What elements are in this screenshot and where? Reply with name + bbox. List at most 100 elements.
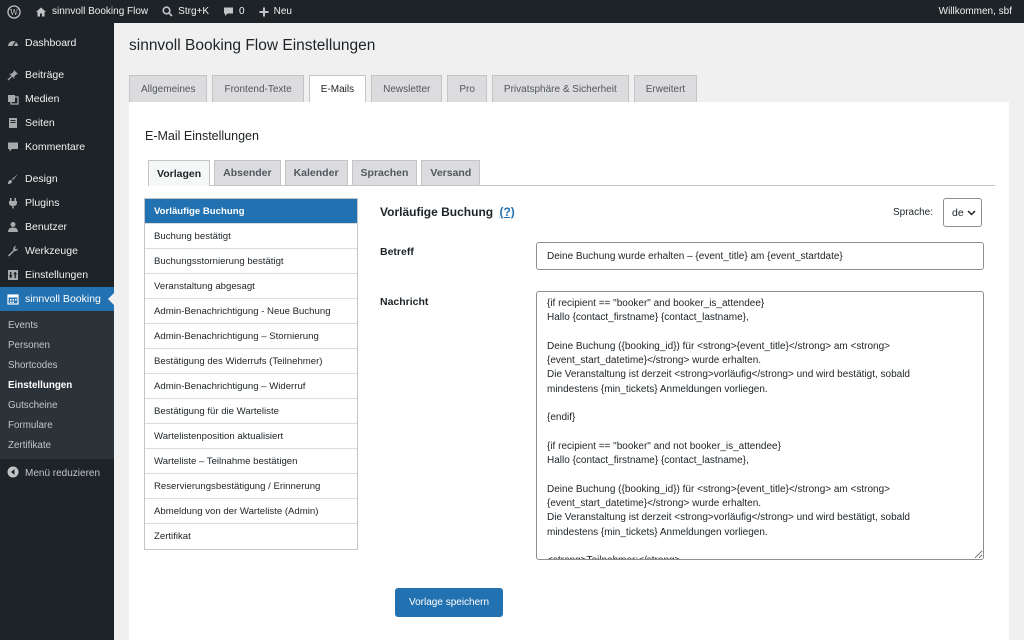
home-icon bbox=[35, 6, 47, 18]
template-list: Vorläufige Buchung Buchung bestätigt Buc… bbox=[144, 198, 358, 550]
tab-general[interactable]: Allgemeines bbox=[129, 75, 208, 102]
menu-item-pages[interactable]: Seiten bbox=[0, 111, 114, 135]
menu-item-users[interactable]: Benutzer bbox=[0, 215, 114, 239]
plus-icon bbox=[259, 7, 269, 17]
submenu-item-events[interactable]: Events bbox=[0, 315, 114, 335]
brush-icon bbox=[7, 173, 19, 185]
comment-bubble-icon bbox=[223, 6, 234, 17]
menu-item-settings[interactable]: Einstellungen bbox=[0, 263, 114, 287]
template-item[interactable]: Bestätigung für die Warteliste bbox=[145, 399, 357, 424]
page-icon bbox=[7, 117, 19, 129]
template-item[interactable]: Buchungsstornierung bestätigt bbox=[145, 249, 357, 274]
submenu-item-vouchers[interactable]: Gutscheine bbox=[0, 395, 114, 415]
template-item[interactable]: Bestätigung des Widerrufs (Teilnehmer) bbox=[145, 349, 357, 374]
submenu-item-persons[interactable]: Personen bbox=[0, 335, 114, 355]
page-title: sinnvoll Booking Flow Einstellungen bbox=[129, 37, 376, 54]
search-shortcut: Strg+K bbox=[178, 6, 210, 17]
submenu-item-certificates[interactable]: Zertifikate bbox=[0, 435, 114, 455]
tab-emails[interactable]: E-Mails bbox=[308, 75, 367, 103]
message-textarea[interactable]: {if recipient == "booker" and booker_is_… bbox=[536, 291, 984, 560]
collapse-menu-button[interactable]: Menü reduzieren bbox=[0, 461, 114, 485]
collapse-arrow-icon bbox=[7, 466, 19, 481]
wordpress-logo-button[interactable]: W bbox=[0, 0, 28, 23]
settings-icon bbox=[7, 269, 19, 281]
settings-tabs: Allgemeines Frontend-Texte E-Mails Newsl… bbox=[129, 75, 698, 103]
template-item[interactable]: Admin-Benachrichtigung – Stornierung bbox=[145, 324, 357, 349]
subject-label: Betreff bbox=[380, 246, 414, 258]
wrench-icon bbox=[7, 245, 19, 257]
menu-item-posts[interactable]: Beiträge bbox=[0, 63, 114, 87]
account-menu[interactable]: Willkommen, sbf bbox=[932, 0, 1024, 23]
subject-input[interactable] bbox=[536, 242, 984, 270]
tab-frontend-texts[interactable]: Frontend-Texte bbox=[212, 75, 304, 102]
editor-title: Vorläufige Buchung (?) bbox=[380, 205, 515, 219]
menu-item-plugins[interactable]: Plugins bbox=[0, 191, 114, 215]
comments-link[interactable]: 0 bbox=[216, 0, 252, 23]
tab-newsletter[interactable]: Newsletter bbox=[371, 75, 443, 102]
main-content: sinnvoll Booking Flow Einstellungen Allg… bbox=[114, 23, 1024, 640]
chevron-down-icon bbox=[967, 207, 976, 219]
message-label: Nachricht bbox=[380, 296, 429, 308]
template-item[interactable]: Wartelistenposition aktualisiert bbox=[145, 424, 357, 449]
subtab-languages[interactable]: Sprachen bbox=[351, 160, 418, 185]
template-item[interactable]: Zertifikat bbox=[145, 524, 357, 549]
user-icon bbox=[7, 221, 19, 233]
admin-bar: W sinnvoll Booking Flow Strg+K 0 Neu Wil… bbox=[0, 0, 1024, 23]
template-item[interactable]: Abmeldung von der Warteliste (Admin) bbox=[145, 499, 357, 524]
template-item[interactable]: Warteliste – Teilnahme bestätigen bbox=[145, 449, 357, 474]
menu-item-dashboard[interactable]: Dashboard bbox=[0, 31, 114, 55]
menu-label: Benutzer bbox=[25, 221, 68, 233]
menu-label: Plugins bbox=[25, 197, 60, 209]
template-item[interactable]: Admin-Benachrichtigung - Neue Buchung bbox=[145, 299, 357, 324]
new-content-button[interactable]: Neu bbox=[252, 0, 299, 23]
admin-sidebar: Dashboard Beiträge Medien Seiten Komment… bbox=[0, 23, 114, 640]
wordpress-logo-icon: W bbox=[7, 4, 21, 19]
menu-item-media[interactable]: Medien bbox=[0, 87, 114, 111]
site-name: sinnvoll Booking Flow bbox=[52, 6, 149, 17]
template-item[interactable]: Reservierungsbestätigung / Erinnerung bbox=[145, 474, 357, 499]
comment-icon bbox=[7, 141, 19, 153]
pin-icon bbox=[7, 69, 19, 81]
template-item[interactable]: Buchung bestätigt bbox=[145, 224, 357, 249]
menu-item-tools[interactable]: Werkzeuge bbox=[0, 239, 114, 263]
menu-label: Dashboard bbox=[25, 37, 77, 49]
subtab-calendar[interactable]: Kalender bbox=[284, 160, 348, 185]
email-settings-panel: E-Mail Einstellungen Vorlagen Absender K… bbox=[129, 102, 1009, 640]
command-palette-button[interactable]: Strg+K bbox=[155, 0, 216, 23]
email-subtabs: Vorlagen Absender Kalender Sprachen Vers… bbox=[148, 160, 995, 186]
comments-count: 0 bbox=[239, 6, 245, 17]
section-title: E-Mail Einstellungen bbox=[145, 129, 259, 143]
calendar-icon bbox=[7, 293, 19, 305]
search-icon bbox=[162, 6, 173, 17]
submenu-item-settings[interactable]: Einstellungen bbox=[0, 375, 114, 395]
menu-label: Einstellungen bbox=[25, 269, 89, 281]
language-select[interactable]: de bbox=[943, 198, 982, 227]
menu-item-sinnvoll-booking[interactable]: sinnvoll Booking bbox=[0, 287, 114, 311]
subtab-delivery[interactable]: Versand bbox=[421, 160, 481, 185]
booking-submenu: Events Personen Shortcodes Einstellungen… bbox=[0, 311, 114, 459]
tab-pro[interactable]: Pro bbox=[447, 75, 487, 102]
menu-label: Design bbox=[25, 173, 58, 185]
subtab-sender[interactable]: Absender bbox=[214, 160, 281, 185]
template-name: Vorläufige Buchung bbox=[380, 205, 494, 219]
menu-label: sinnvoll Booking bbox=[25, 293, 101, 305]
menu-item-comments[interactable]: Kommentare bbox=[0, 135, 114, 159]
menu-item-design[interactable]: Design bbox=[0, 167, 114, 191]
svg-text:W: W bbox=[10, 8, 19, 17]
help-link[interactable]: (?) bbox=[499, 205, 514, 219]
site-name-link[interactable]: sinnvoll Booking Flow bbox=[28, 0, 155, 23]
template-item[interactable]: Admin-Benachrichtigung – Widerruf bbox=[145, 374, 357, 399]
tab-advanced[interactable]: Erweitert bbox=[633, 75, 698, 102]
tab-privacy-security[interactable]: Privatsphäre & Sicherheit bbox=[491, 75, 629, 102]
language-label: Sprache: bbox=[893, 207, 934, 218]
template-item[interactable]: Veranstaltung abgesagt bbox=[145, 274, 357, 299]
save-template-button[interactable]: Vorlage speichern bbox=[395, 588, 504, 617]
subtab-templates[interactable]: Vorlagen bbox=[148, 160, 211, 186]
submenu-item-forms[interactable]: Formulare bbox=[0, 415, 114, 435]
menu-label: Kommentare bbox=[25, 141, 86, 153]
submenu-item-shortcodes[interactable]: Shortcodes bbox=[0, 355, 114, 375]
menu-label: Werkzeuge bbox=[25, 245, 78, 257]
template-item[interactable]: Vorläufige Buchung bbox=[145, 199, 357, 224]
plugin-icon bbox=[7, 197, 19, 209]
language-value: de bbox=[952, 206, 964, 219]
